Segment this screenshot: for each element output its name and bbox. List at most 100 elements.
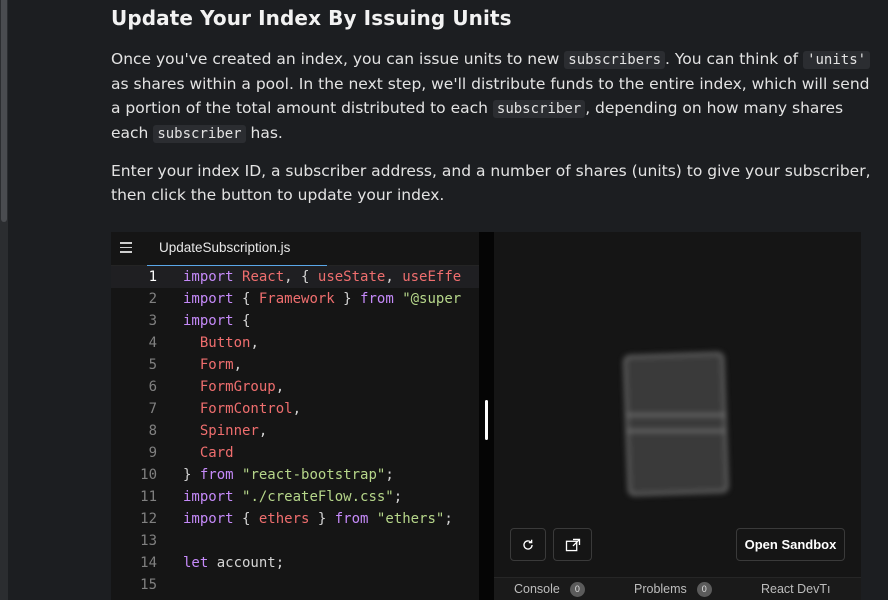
code-text: FormGroup, [183,376,284,398]
code-token: Spinner [199,423,259,439]
code-text: let account; [183,552,284,574]
code-text: Button, [183,332,259,354]
tab-console[interactable]: Console 0 [514,582,585,597]
code-line[interactable]: 15 [111,574,479,596]
line-number: 13 [140,533,157,549]
code-text: Form, [183,354,242,376]
code-token: { [242,291,259,307]
menu-icon[interactable] [120,242,132,254]
intro-text-5: has. [245,124,283,142]
code-token: "react-bootstrap" [242,467,386,483]
code-line[interactable]: 10} from "react-bootstrap"; [111,464,479,486]
code-token: , { [284,269,318,285]
code-line[interactable]: 8 Spinner, [111,420,479,442]
tab-problems[interactable]: Problems 0 [634,582,712,597]
code-token: FormControl [199,401,293,417]
react-devtools-label: React DevTı [761,582,831,596]
problems-label: Problems [634,582,687,596]
code-line[interactable]: 1 import React, { useState, useEffe [111,266,479,288]
line-number: 8 [148,423,157,439]
code-token: { [242,511,259,527]
code-editor: UpdateSubscription.js 1 import React, { u… [111,232,479,600]
inline-code-units: 'units' [803,51,871,69]
code-token: , [385,269,403,285]
code-token: Button [199,335,251,351]
code-token: account; [216,555,285,571]
preview-pane: Open Sandbox Console 0 Problems 0 React De… [494,232,861,600]
code-token: useEffe [402,269,462,285]
code-line[interactable]: 4 Button, [111,332,479,354]
editor-tab-bar: UpdateSubscription.js [111,232,479,266]
code-token: , [292,401,302,417]
code-line[interactable]: 14 let account; [111,552,479,574]
open-external-button[interactable] [553,528,592,561]
code-line[interactable]: 5 Form, [111,354,479,376]
code-token: } [183,467,200,483]
code-token: from [360,291,403,307]
code-line[interactable]: 9 Card [111,442,479,464]
code-token: import [183,269,243,285]
inline-code-subscriber: subscriber [492,100,586,118]
code-token: import [183,291,243,307]
code-token: ; [444,511,453,527]
code-token: import [183,489,243,505]
console-badge: 0 [569,582,585,597]
preview-card-placeholder [623,352,729,496]
code-token: from [199,467,243,483]
code-token: Form [199,357,234,373]
code-token: , [258,423,268,439]
code-line[interactable]: 13 [111,530,479,552]
open-sandbox-button[interactable]: Open Sandbox [736,528,845,561]
code-token: { [242,313,251,329]
line-number: 1 [148,269,157,285]
line-number: 12 [140,511,157,527]
problems-badge: 0 [696,582,712,597]
code-text: FormControl, [183,398,301,420]
code-token: , [275,379,285,395]
code-token: "./createFlow.css" [242,489,394,505]
line-number: 10 [140,467,157,483]
code-line[interactable]: 3 import { [111,310,479,332]
code-token: ethers [258,511,310,527]
tab-update-subscription[interactable]: UpdateSubscription.js [147,232,327,266]
panel-divider[interactable] [479,232,494,600]
code-token: ; [393,489,403,505]
resize-handle[interactable] [485,400,488,440]
line-number: 14 [140,555,157,571]
intro-text-1: Once you've created an index, you can is… [111,50,565,68]
code-token: "@super [402,291,462,307]
code-area[interactable]: 1 import React, { useState, useEffe 2 impor… [111,266,479,600]
page-scrollbar-thumb[interactable] [1,0,7,222]
code-line[interactable]: 12 import { ethers } from "ethers"; [111,508,479,530]
code-token: FormGroup [199,379,276,395]
code-token: } [309,511,335,527]
console-label: Console [514,582,560,596]
line-number: 2 [148,291,157,307]
refresh-button[interactable] [510,528,546,561]
code-token: React [242,269,285,285]
code-line[interactable]: 2 import { Framework } from "@super [111,288,479,310]
code-token: Card [199,445,234,461]
line-number: 11 [140,489,157,505]
code-line[interactable]: 6 FormGroup, [111,376,479,398]
code-text: import { ethers } from "ethers"; [183,508,453,530]
code-token: import [183,313,243,329]
code-line[interactable]: 7 FormControl, [111,398,479,420]
line-number: 9 [148,445,157,461]
code-text: import "./createFlow.css"; [183,486,402,508]
code-line[interactable]: 11 import "./createFlow.css"; [111,486,479,508]
page-scrollbar[interactable] [0,0,8,600]
tab-react-devtools[interactable]: React DevTı [761,582,830,596]
line-number: 5 [148,357,157,373]
code-token: from [334,511,377,527]
intro-text-2: . You can think of [665,50,804,68]
code-token: , [250,335,259,351]
code-token: } [334,291,361,307]
code-token: ; [385,467,394,483]
section-heading: Update Your Index By Issuing Units [111,6,512,30]
code-token: , [233,357,243,373]
refresh-icon [523,539,533,550]
